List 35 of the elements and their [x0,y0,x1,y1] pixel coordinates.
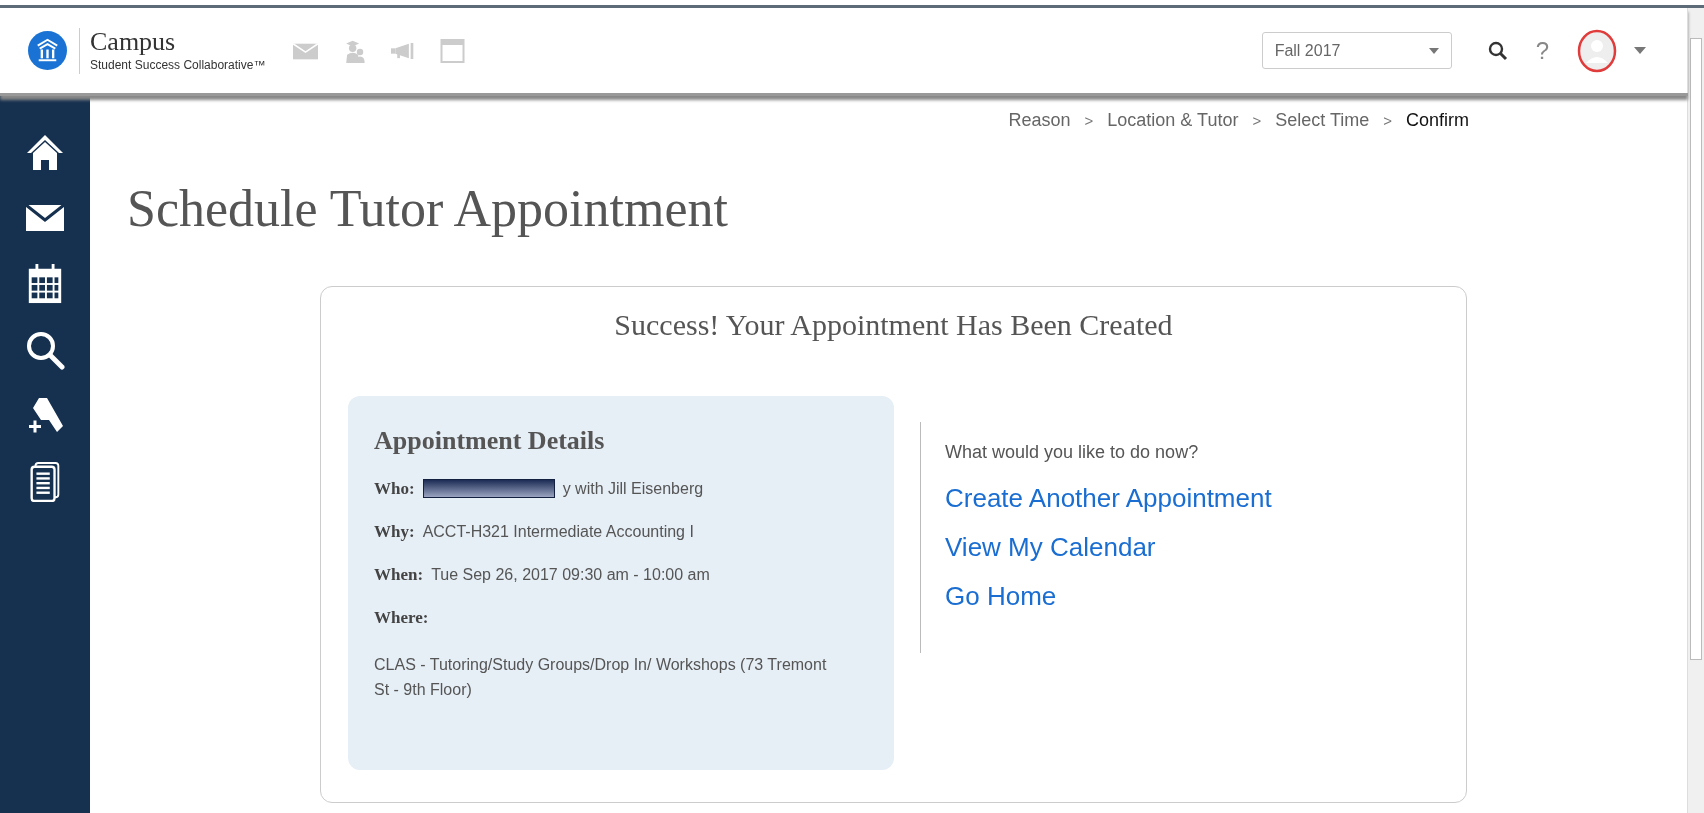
logo-icon [28,28,67,73]
field-value: ACCT-H321 Intermediate Accounting I [422,522,694,542]
brand-subtitle: Student Success Collaborative™ [90,56,266,74]
chevron-icon: > [1252,111,1262,129]
field-value: y with Jill Eisenberg [562,479,704,499]
breadcrumb-step[interactable]: Select Time [1275,109,1370,131]
search-icon[interactable] [1487,40,1508,61]
field-value: Tue Sep 26, 2017 09:30 am - 10:00 am [431,565,710,585]
caret-icon[interactable] [1428,47,1439,54]
caret-icon[interactable] [1634,47,1646,54]
field-label: Where: [374,607,430,629]
home-icon[interactable] [25,132,65,172]
help-button[interactable]: ? [1535,36,1549,65]
term-dropdown[interactable]: Fall 2017 [1261,32,1452,69]
chevron-icon: > [1084,111,1094,129]
scrollbar-thumb[interactable] [1690,38,1702,660]
field-label: Why: [374,521,415,543]
brand-name: Campus [90,27,177,56]
action-link[interactable]: Create Another Appointment [945,481,1272,515]
prompt-text: What would you like to do now? [945,442,1199,463]
search-icon[interactable] [25,330,65,370]
action-link[interactable]: Go Home [945,579,1057,613]
page-title: Schedule Tutor Appointment [127,179,729,239]
details-heading: Appointment Details [374,426,606,456]
field-label: Who: [374,478,415,500]
breadcrumb-step: Confirm [1406,109,1469,131]
field-label: When: [374,564,424,586]
success-heading: Success! Your Appointment Has Been Created [613,307,1174,343]
breadcrumb-step[interactable]: Reason [1008,109,1071,131]
breadcrumb-step[interactable]: Location & Tutor [1107,109,1239,131]
chevron-icon: > [1383,111,1392,129]
field-value: CLAS - Tutoring/Study Groups/Drop In/ Workshops (73 Tremont St - 9th Floor) [374,655,828,700]
scrollbar[interactable] [1687,8,1704,813]
avatar-icon[interactable] [1577,28,1617,73]
action-link[interactable]: View My Calendar [945,530,1156,564]
